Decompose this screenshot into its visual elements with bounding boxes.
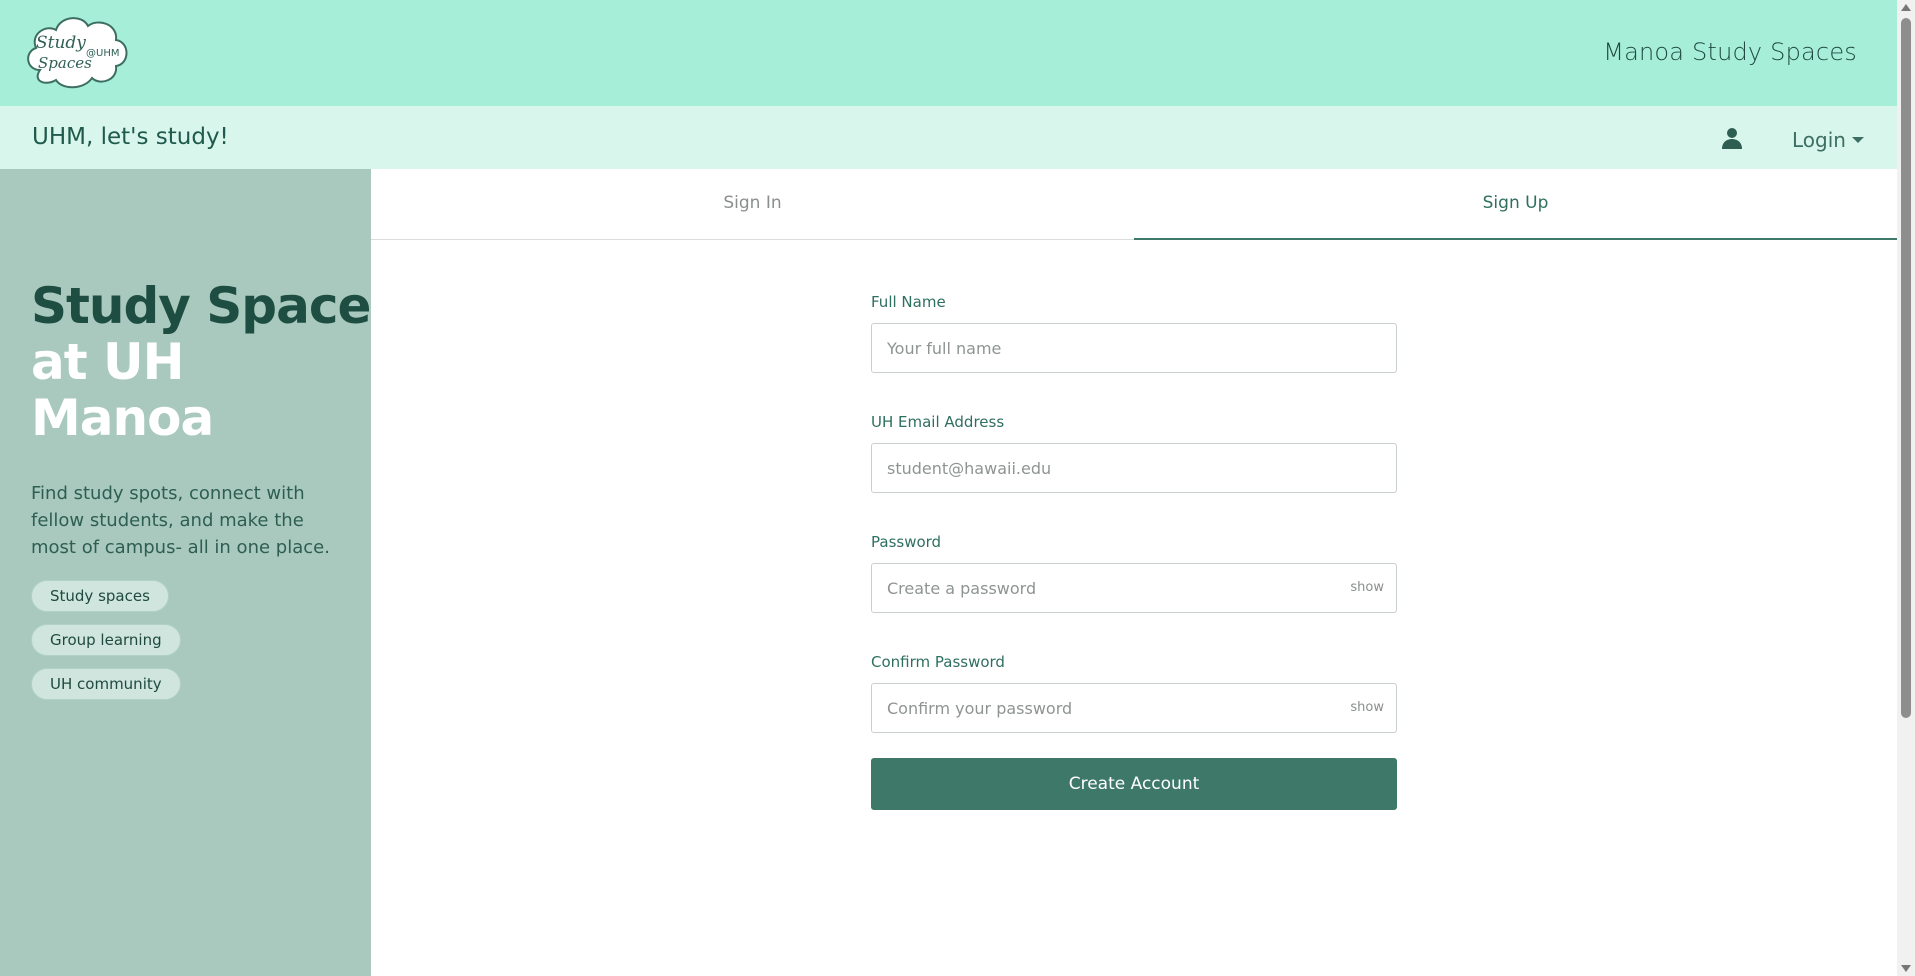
confirm-password-field-box: show [871, 683, 1397, 733]
feature-chips: Study spaces Group learning UH community [31, 580, 181, 712]
tab-sign-up[interactable]: Sign Up [1134, 169, 1897, 240]
caret-down-icon [1851, 137, 1864, 143]
email-label: UH Email Address [871, 413, 1005, 431]
chip-study-spaces: Study spaces [31, 580, 169, 612]
full-name-input[interactable] [872, 324, 1396, 372]
scroll-down-arrow-icon[interactable] [1901, 965, 1911, 972]
sign-up-form: Full Name UH Email Address Password show… [871, 293, 1397, 810]
password-label: Password [871, 533, 942, 551]
confirm-password-label: Confirm Password [871, 653, 1005, 671]
user-icon[interactable] [1720, 126, 1744, 150]
scroll-up-arrow-icon[interactable] [1901, 4, 1911, 11]
show-confirm-password-toggle[interactable]: show [1350, 700, 1384, 715]
svg-text:Spaces: Spaces [38, 54, 92, 72]
tagline: UHM, let's study! [32, 124, 229, 150]
login-dropdown[interactable]: Login [1792, 128, 1864, 152]
chip-uh-community: UH community [31, 668, 181, 700]
full-name-label: Full Name [871, 293, 946, 311]
hero-heading-line-2: at UH [31, 333, 185, 391]
tab-sign-in[interactable]: Sign In [371, 169, 1134, 240]
chip-group-learning: Group learning [31, 624, 181, 656]
brand-title[interactable]: Manoa Study Spaces [1603, 38, 1857, 66]
login-label: Login [1792, 128, 1846, 152]
email-input[interactable] [872, 444, 1396, 492]
study-spaces-logo[interactable]: Study Spaces @UHM [22, 12, 132, 92]
auth-tabs: Sign In Sign Up [371, 169, 1897, 240]
page-scrollbar[interactable] [1897, 0, 1915, 976]
svg-text:@UHM: @UHM [86, 48, 119, 59]
scrollbar-thumb[interactable] [1901, 18, 1911, 718]
auth-panel: Sign In Sign Up Full Name UH Email Addre… [371, 169, 1897, 976]
hero-heading-line-3: Manoa [31, 389, 214, 447]
hero-description: Find study spots, connect with fellow st… [31, 483, 330, 558]
show-password-toggle[interactable]: show [1350, 580, 1384, 595]
svg-text:Study: Study [36, 33, 86, 53]
confirm-password-input[interactable] [872, 684, 1396, 732]
top-navbar: Study Spaces @UHM Manoa Study Spaces [0, 0, 1897, 106]
password-field-box: show [871, 563, 1397, 613]
password-input[interactable] [872, 564, 1396, 612]
hero-heading-line-1: Study Spaces [31, 277, 400, 335]
create-account-button[interactable]: Create Account [871, 758, 1397, 810]
email-field-box [871, 443, 1397, 493]
full-name-field-box [871, 323, 1397, 373]
sub-navbar: UHM, let's study! Login [0, 106, 1897, 169]
hero-heading: Study Spaces at UH Manoa [31, 277, 400, 447]
